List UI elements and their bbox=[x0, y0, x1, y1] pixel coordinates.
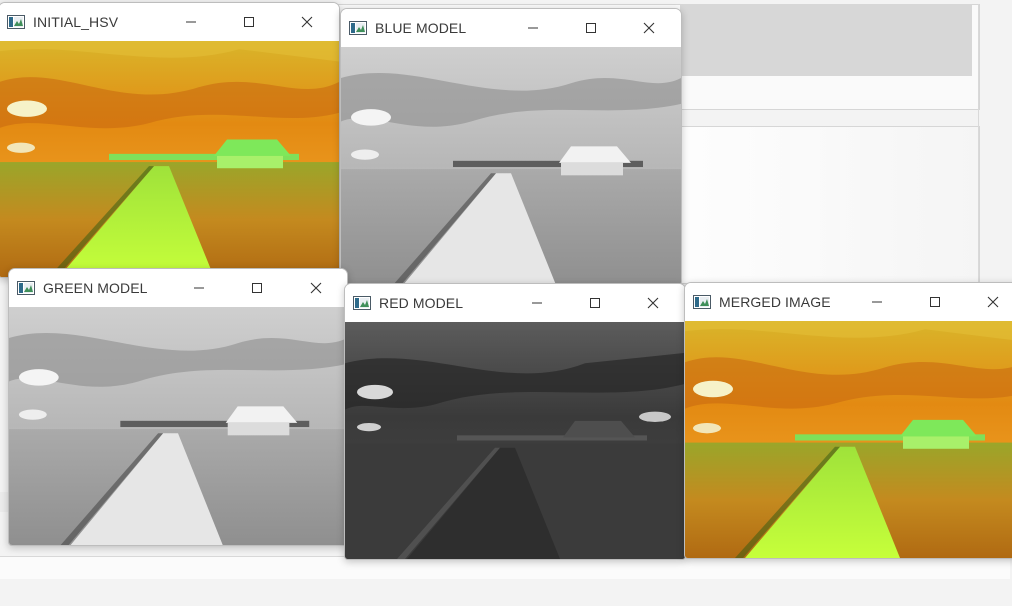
merged-image bbox=[685, 321, 1012, 558]
maximize-icon bbox=[589, 297, 601, 309]
titlebar[interactable]: MERGED IMAGE bbox=[685, 283, 1012, 320]
close-icon bbox=[987, 296, 999, 308]
image-window-icon bbox=[353, 296, 371, 310]
close-icon bbox=[310, 282, 322, 294]
minimize-button[interactable] bbox=[173, 9, 209, 35]
red-channel-image bbox=[345, 322, 685, 559]
minimize-button[interactable] bbox=[181, 275, 217, 301]
maximize-button[interactable] bbox=[231, 9, 267, 35]
window-blue-model[interactable]: BLUE MODEL bbox=[340, 8, 682, 286]
image-window-icon bbox=[7, 15, 25, 29]
background-divider bbox=[978, 4, 979, 284]
window-merged-image[interactable]: MERGED IMAGE bbox=[684, 282, 1012, 559]
window-title: INITIAL_HSV bbox=[33, 14, 119, 30]
maximize-button[interactable] bbox=[239, 275, 275, 301]
titlebar[interactable]: BLUE MODEL bbox=[341, 9, 681, 46]
maximize-button[interactable] bbox=[577, 290, 613, 316]
window-title: MERGED IMAGE bbox=[719, 294, 831, 310]
window-red-model[interactable]: RED MODEL bbox=[344, 283, 686, 560]
green-channel-image bbox=[9, 307, 347, 545]
close-button[interactable] bbox=[298, 275, 334, 301]
minimize-button[interactable] bbox=[515, 15, 551, 41]
image-window-icon bbox=[349, 21, 367, 35]
close-icon bbox=[301, 16, 313, 28]
background-grey-area bbox=[680, 4, 972, 76]
close-button[interactable] bbox=[289, 9, 325, 35]
minimize-button[interactable] bbox=[859, 289, 895, 315]
background-left-lines bbox=[0, 492, 8, 512]
window-initial-hsv[interactable]: INITIAL_HSV bbox=[0, 2, 340, 278]
window-title: GREEN MODEL bbox=[43, 280, 148, 296]
minimize-icon bbox=[185, 16, 197, 28]
minimize-icon bbox=[871, 296, 883, 308]
maximize-button[interactable] bbox=[917, 289, 953, 315]
close-icon bbox=[647, 297, 659, 309]
maximize-icon bbox=[243, 16, 255, 28]
close-button[interactable] bbox=[631, 15, 667, 41]
titlebar[interactable]: GREEN MODEL bbox=[9, 269, 347, 306]
image-window-icon bbox=[17, 281, 35, 295]
minimize-icon bbox=[527, 22, 539, 34]
close-icon bbox=[643, 22, 655, 34]
minimize-button[interactable] bbox=[519, 290, 555, 316]
maximize-icon bbox=[585, 22, 597, 34]
window-title: BLUE MODEL bbox=[375, 20, 467, 36]
blue-channel-image bbox=[341, 47, 681, 285]
close-button[interactable] bbox=[635, 290, 671, 316]
image-window-icon bbox=[693, 295, 711, 309]
titlebar[interactable]: INITIAL_HSV bbox=[0, 3, 339, 40]
window-title: RED MODEL bbox=[379, 295, 464, 311]
titlebar[interactable]: RED MODEL bbox=[345, 284, 685, 321]
maximize-icon bbox=[929, 296, 941, 308]
maximize-icon bbox=[251, 282, 263, 294]
maximize-button[interactable] bbox=[573, 15, 609, 41]
hsv-image bbox=[0, 41, 339, 277]
minimize-icon bbox=[531, 297, 543, 309]
window-green-model[interactable]: GREEN MODEL bbox=[8, 268, 348, 546]
close-button[interactable] bbox=[975, 289, 1011, 315]
minimize-icon bbox=[193, 282, 205, 294]
